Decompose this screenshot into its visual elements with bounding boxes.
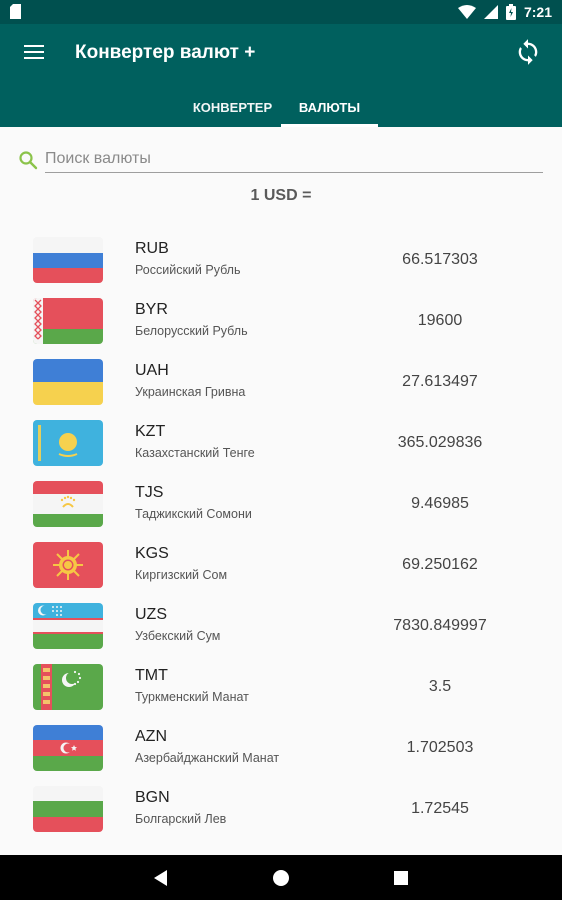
- list-item[interactable]: TMT Туркменский Манат 3.5: [0, 655, 562, 716]
- currency-name: Узбекский Сум: [135, 629, 221, 643]
- status-time: 7:21: [523, 4, 552, 20]
- status-bar: 7:21: [0, 0, 562, 24]
- currency-code: RUB: [135, 240, 169, 257]
- currency-rate: 27.613497: [402, 373, 478, 390]
- currency-name: Таджикский Сомони: [135, 507, 252, 521]
- list-item[interactable]: RUB Российский Рубль 66.517303: [0, 228, 562, 289]
- tab-bar: КОНВЕРТЕР ВАЛЮТЫ: [0, 88, 562, 127]
- currency-code: TJS: [135, 484, 164, 501]
- list-item[interactable]: UAH Украинская Гривна 27.613497: [0, 350, 562, 411]
- search-icon: [19, 151, 38, 170]
- menu-icon[interactable]: [24, 44, 44, 60]
- azerbaijan-flag: [33, 725, 103, 771]
- tab-currencies[interactable]: ВАЛЮТЫ: [281, 88, 378, 127]
- back-icon[interactable]: [149, 866, 173, 890]
- currency-name: Азербайджанский Манат: [135, 751, 280, 765]
- app-bar: Конвертер валют + КОНВЕРТЕР ВАЛЮТЫ: [0, 24, 562, 127]
- turkmenistan-flag: [33, 664, 103, 710]
- currency-code: KZT: [135, 423, 166, 440]
- battery-icon: [505, 4, 516, 20]
- currency-code: BYR: [135, 301, 168, 318]
- currency-rate: 1.702503: [406, 739, 474, 756]
- currency-name: Белорусский Рубль: [135, 324, 248, 338]
- search-bar: [18, 146, 544, 174]
- navigation-bar: [0, 855, 562, 900]
- list-item[interactable]: BGN Болгарский Лев 1.72545: [0, 777, 562, 838]
- list-item[interactable]: KZT Казахстанский Тенге 365.029836: [0, 411, 562, 472]
- list-item[interactable]: UZS Узбекский Сум 7830.849997: [0, 594, 562, 655]
- sd-card-icon: [10, 4, 21, 19]
- uzbekistan-flag: [33, 603, 103, 649]
- tab-converter[interactable]: КОНВЕРТЕР: [185, 88, 280, 127]
- ukraine-flag: [33, 359, 103, 405]
- currency-name: Туркменский Манат: [135, 690, 249, 704]
- currency-name: Болгарский Лев: [135, 812, 227, 826]
- currency-code: UZS: [135, 606, 167, 623]
- currency-code: KGS: [135, 545, 169, 562]
- currency-code: UAH: [135, 362, 169, 379]
- currency-code: TMT: [135, 667, 168, 684]
- currency-code: BGN: [135, 789, 170, 806]
- app-title: Конвертер валют +: [75, 42, 256, 63]
- currency-rate: 69.250162: [402, 556, 478, 573]
- base-currency-label: 1 USD =: [250, 187, 312, 204]
- belarus-flag: [33, 298, 103, 344]
- home-icon[interactable]: [269, 866, 293, 890]
- list-item[interactable]: TJS Таджикский Сомони 9.46985: [0, 472, 562, 533]
- recents-icon[interactable]: [389, 866, 413, 890]
- tab-indicator: [281, 124, 378, 127]
- bulgaria-flag: [33, 786, 103, 832]
- currency-name: Казахстанский Тенге: [135, 446, 255, 460]
- signal-icon: [483, 5, 498, 19]
- search-input[interactable]: [45, 146, 543, 173]
- currency-list: RUB Российский Рубль 66.517303 BYR Белор…: [0, 228, 562, 838]
- tajikistan-flag: [33, 481, 103, 527]
- currency-rate: 66.517303: [402, 251, 478, 268]
- currency-name: Российский Рубль: [135, 263, 241, 277]
- kyrgyzstan-flag: [33, 542, 103, 588]
- list-item[interactable]: AZN Азербайджанский Манат 1.702503: [0, 716, 562, 777]
- currency-code: AZN: [135, 728, 167, 745]
- list-item[interactable]: KGS Киргизский Сом 69.250162: [0, 533, 562, 594]
- kazakhstan-flag: [33, 420, 103, 466]
- currency-name: Украинская Гривна: [135, 385, 246, 399]
- refresh-icon[interactable]: [514, 38, 542, 66]
- wifi-icon: [457, 5, 476, 19]
- list-item[interactable]: BYR Белорусский Рубль 19600: [0, 289, 562, 350]
- currency-rate: 19600: [417, 312, 463, 329]
- russia-flag: [33, 237, 103, 283]
- currency-rate: 9.46985: [411, 495, 469, 512]
- currency-rate: 365.029836: [397, 434, 483, 451]
- currency-rate: 3.5: [428, 678, 452, 695]
- currency-rate: 7830.849997: [393, 617, 487, 634]
- currency-name: Киргизский Сом: [135, 568, 228, 582]
- currency-rate: 1.72545: [411, 800, 469, 817]
